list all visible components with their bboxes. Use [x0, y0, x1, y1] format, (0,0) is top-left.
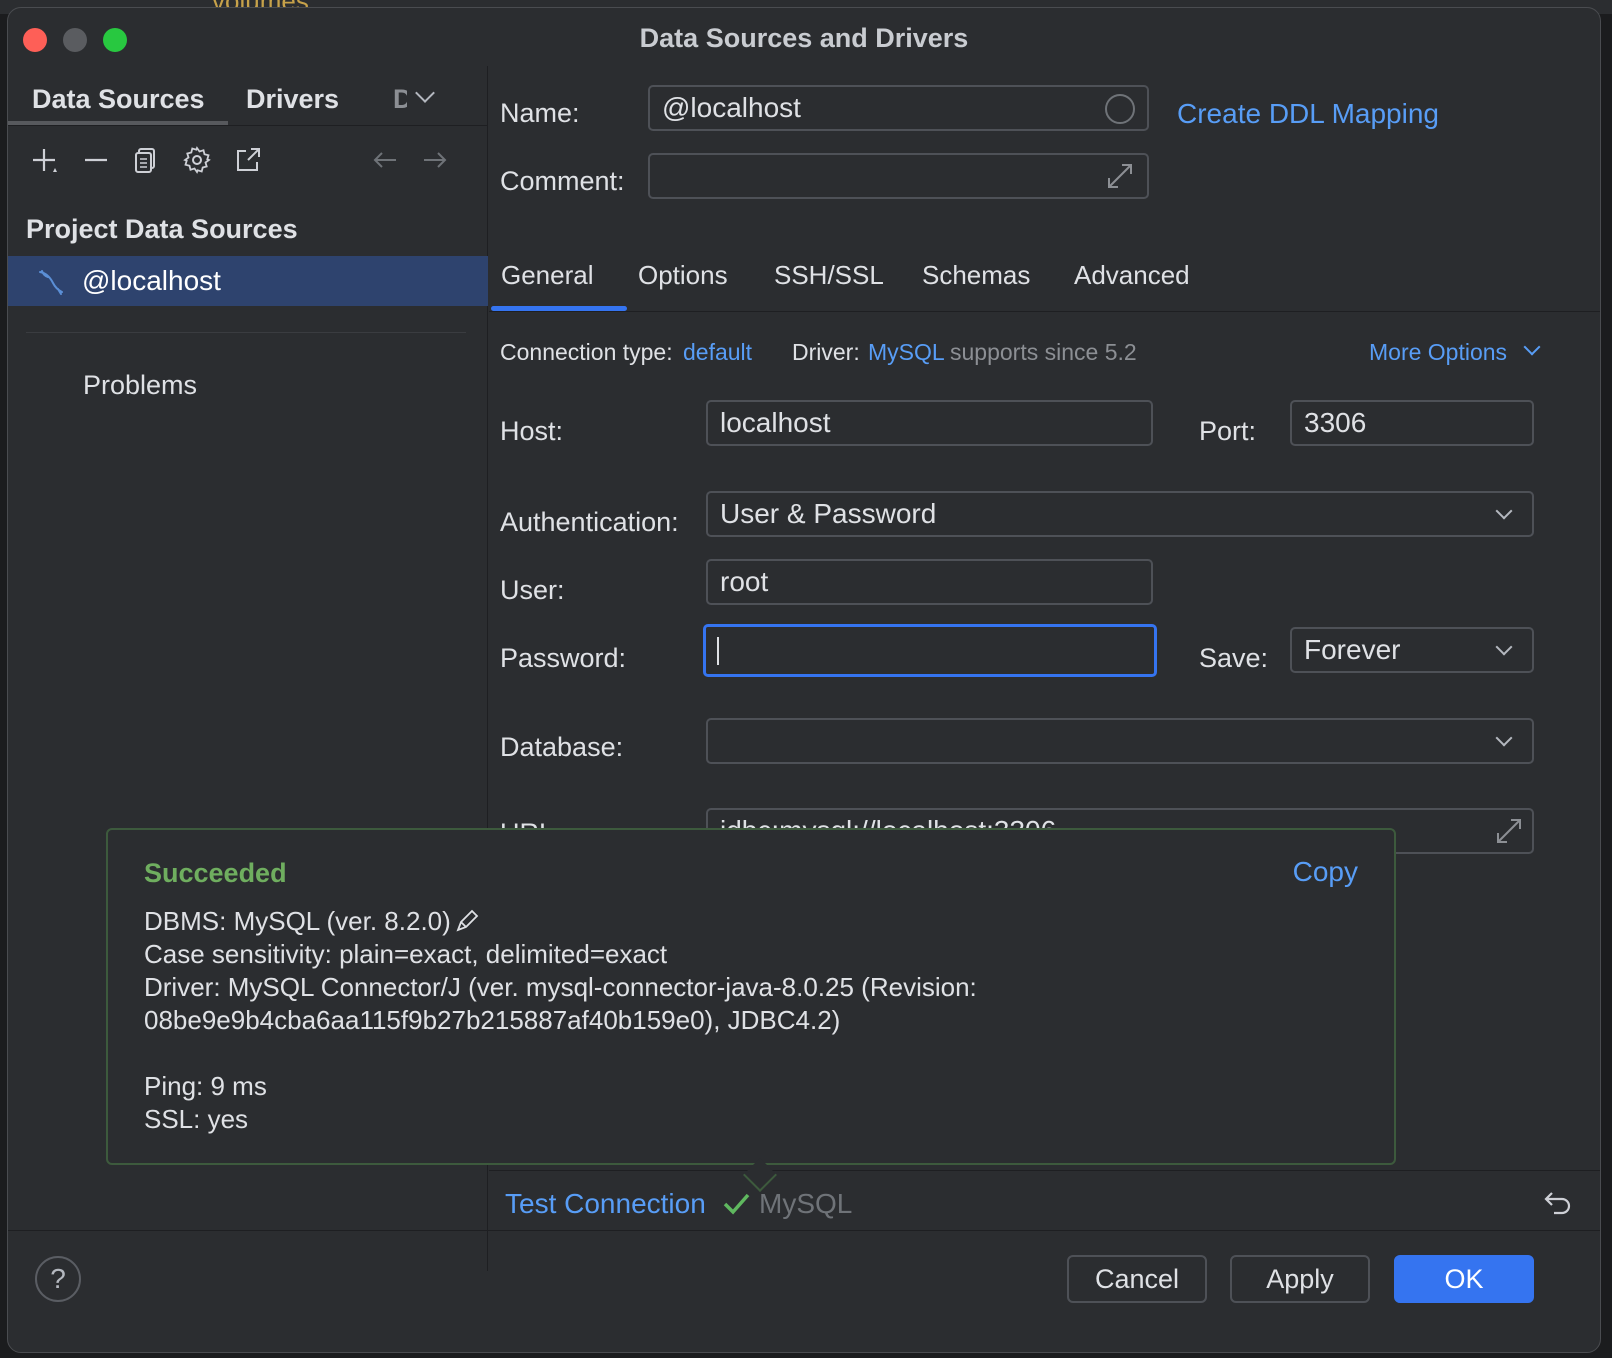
data-source-item-localhost[interactable]: @localhost: [8, 256, 488, 306]
more-options-chevron-down-icon[interactable]: [1523, 338, 1541, 356]
port-label: Port:: [1199, 416, 1257, 446]
dbms-line: DBMS: MySQL (ver. 8.2.0): [144, 906, 481, 937]
back-arrow-icon[interactable]: [371, 146, 399, 174]
tab-ssh-ssl[interactable]: SSH/SSL: [774, 260, 884, 291]
window-title: Data Sources and Drivers: [639, 23, 969, 53]
chevron-down-icon: [1495, 729, 1513, 747]
connection-type-label: Connection type:: [500, 339, 673, 365]
test-driver-name: MySQL: [759, 1188, 853, 1219]
duplicate-icon[interactable]: [132, 146, 160, 174]
host-label: Host:: [500, 416, 564, 446]
color-circle-icon[interactable]: [1105, 94, 1135, 124]
settings-tabs: General Options SSH/SSL Schemas Advanced: [489, 246, 1600, 312]
remove-icon[interactable]: [82, 146, 110, 174]
database-select[interactable]: [706, 718, 1534, 764]
driver-note: supports since 5.2: [950, 339, 1137, 365]
user-label: User:: [500, 575, 565, 605]
open-external-icon[interactable]: [234, 146, 262, 174]
port-input[interactable]: 3306: [1290, 400, 1534, 446]
save-label: Save:: [1199, 643, 1269, 673]
left-divider: [26, 332, 466, 333]
copy-link[interactable]: Copy: [1293, 856, 1358, 888]
data-source-label: @localhost: [82, 265, 221, 296]
driver-info-line: Driver: MySQL Connector/J (ver. mysql-co…: [144, 972, 977, 1002]
status-succeeded: Succeeded: [144, 858, 287, 888]
settings-icon[interactable]: [183, 146, 211, 174]
active-tab-indicator: [491, 306, 627, 311]
tab-ddl-truncated[interactable]: D: [393, 84, 407, 115]
project-data-sources-heading: Project Data Sources: [26, 214, 298, 244]
save-select[interactable]: Forever: [1290, 627, 1534, 673]
cancel-button[interactable]: Cancel: [1067, 1255, 1207, 1303]
connection-type-link[interactable]: default: [683, 339, 752, 366]
name-label: Name:: [500, 98, 580, 128]
test-connection-row: Test Connection MySQL: [489, 1170, 1600, 1234]
tab-drivers[interactable]: Drivers: [246, 84, 339, 115]
tab-data-sources[interactable]: Data Sources: [32, 84, 205, 115]
ping-line: Ping: 9 ms: [144, 1071, 267, 1101]
case-sensitivity-line: Case sensitivity: plain=exact, delimited…: [144, 939, 668, 969]
dialog-button-bar: ? Cancel Apply OK: [8, 1230, 1600, 1352]
tab-options[interactable]: Options: [638, 260, 728, 291]
host-input[interactable]: localhost: [706, 400, 1153, 446]
test-connection-link[interactable]: Test Connection: [505, 1188, 706, 1220]
tab-schemas[interactable]: Schemas: [922, 260, 1030, 291]
chevron-down-icon: [1495, 502, 1513, 520]
driver-link[interactable]: MySQL: [868, 339, 945, 366]
data-sources-dialog: Data Sources and Drivers Data Sources Dr…: [7, 7, 1601, 1353]
more-tabs-chevron-down-icon[interactable]: [415, 83, 435, 103]
create-ddl-mapping-link[interactable]: Create DDL Mapping: [1177, 98, 1439, 130]
user-input[interactable]: root: [706, 559, 1153, 605]
left-tabs: Data Sources Drivers D: [8, 66, 488, 126]
chevron-down-icon: [1495, 638, 1513, 656]
title-bar: Data Sources and Drivers: [8, 8, 1600, 66]
ssl-line: SSL: yes: [144, 1104, 249, 1134]
tab-advanced[interactable]: Advanced: [1074, 260, 1190, 291]
more-options-link[interactable]: More Options: [1369, 339, 1507, 366]
mysql-dolphin-icon: [36, 267, 66, 297]
forward-arrow-icon[interactable]: [421, 146, 449, 174]
checkmark-icon: [721, 1189, 751, 1219]
comment-label: Comment:: [500, 166, 625, 196]
add-icon[interactable]: [30, 146, 58, 174]
authentication-select[interactable]: User & Password: [706, 491, 1534, 537]
connection-result-popup: Succeeded Copy DBMS: MySQL (ver. 8.2.0) …: [106, 828, 1396, 1165]
active-tab-underline: [8, 121, 228, 125]
comment-input[interactable]: [648, 153, 1149, 199]
apply-button[interactable]: Apply: [1230, 1255, 1370, 1303]
expand-icon[interactable]: [1494, 816, 1524, 846]
driver-label: Driver:: [792, 339, 860, 365]
text-cursor: [717, 637, 719, 665]
tab-general[interactable]: General: [501, 260, 594, 291]
ok-button[interactable]: OK: [1394, 1255, 1534, 1303]
revert-icon[interactable]: [1542, 1187, 1574, 1219]
database-label: Database:: [500, 732, 624, 762]
driver-revision-line: 08be9e9b4cba6aa115f9b27b215887af40b159e0…: [144, 1005, 841, 1035]
password-label: Password:: [500, 643, 627, 673]
authentication-label: Authentication:: [500, 507, 679, 537]
edit-pencil-icon[interactable]: [453, 907, 481, 935]
password-input[interactable]: [703, 624, 1157, 677]
name-input[interactable]: @localhost: [648, 85, 1149, 131]
expand-icon[interactable]: [1105, 161, 1135, 191]
left-toolbar: [8, 126, 488, 192]
help-button[interactable]: ?: [35, 1256, 81, 1302]
problems-item[interactable]: Problems: [83, 370, 197, 401]
